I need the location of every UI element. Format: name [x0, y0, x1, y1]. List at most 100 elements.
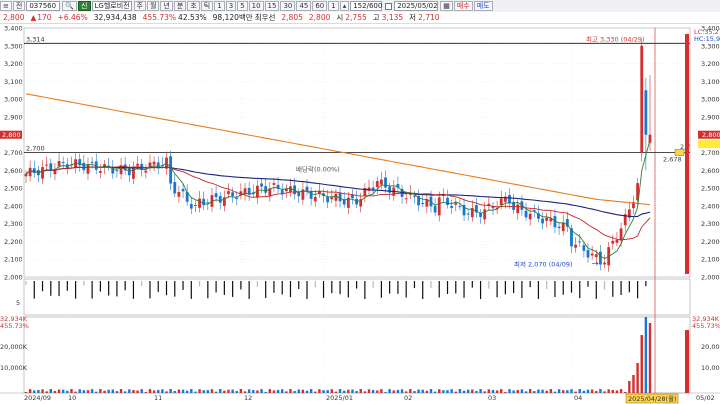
indicator-bar	[281, 281, 283, 295]
volume-bar	[247, 389, 251, 393]
candle-body	[619, 228, 623, 241]
volume-bar	[376, 390, 379, 393]
volume-bar	[640, 335, 643, 393]
volume-bar	[111, 389, 114, 393]
indicator-bar	[645, 281, 647, 287]
volume-bar	[367, 389, 371, 393]
candle-body	[189, 203, 193, 209]
volume-bar	[582, 390, 586, 393]
volume-tick-label: 20,000K	[0, 343, 28, 351]
indicator-bar	[380, 281, 382, 298]
volume-bar	[57, 389, 61, 393]
volume-bar	[570, 389, 573, 393]
volume-bar	[392, 390, 395, 393]
indicator-bar	[488, 281, 490, 289]
candle-body	[115, 170, 119, 172]
indicator-bar	[91, 281, 93, 299]
right-marker2-label: 2,678	[663, 155, 682, 163]
volume-bar	[107, 389, 110, 393]
volume-bar	[285, 391, 288, 393]
volume-panel	[23, 316, 691, 394]
price-tick-label: 2,200	[4, 238, 23, 246]
volume-bar	[574, 391, 577, 393]
indicator-bar	[389, 281, 391, 294]
candle-body	[264, 186, 268, 193]
volume-bar	[611, 389, 615, 393]
volume-bar	[537, 389, 540, 393]
volume-bar	[524, 391, 528, 393]
volume-bar	[115, 391, 119, 393]
volume-bar	[301, 389, 305, 393]
volume-bar	[433, 391, 437, 393]
volume-pct-label: 455.73%	[0, 322, 29, 330]
indicator-bar	[298, 281, 300, 290]
volume-bar	[483, 391, 486, 393]
volume-bar	[359, 389, 362, 393]
volume-bar	[165, 391, 168, 393]
candle-body	[198, 198, 201, 208]
price-tick-label-right: 2,300	[701, 220, 720, 228]
candle-body	[524, 210, 528, 218]
volume-bar	[157, 389, 160, 393]
volume-bar	[144, 391, 148, 393]
volume-bar	[297, 389, 300, 393]
indicator-bar	[322, 281, 325, 298]
stock-chart[interactable]: 3,400 3,4003,300 3,3003,200 3,2003,100 3,100…	[0, 0, 720, 404]
volume-bar	[103, 390, 106, 393]
indicator-bar	[471, 281, 473, 288]
volume-bar	[202, 390, 205, 393]
indicator-bar	[595, 281, 597, 299]
volume-bar	[70, 389, 73, 393]
volume-bar	[227, 389, 230, 393]
candle-body	[615, 239, 619, 243]
indicator-bar	[347, 281, 349, 298]
indicator-bar	[66, 281, 68, 291]
cursor-icon	[674, 149, 685, 156]
volume-bar	[128, 389, 131, 393]
volume-bar	[599, 389, 602, 393]
volume-bar	[256, 390, 259, 393]
price-tick-label-right: 2,200	[701, 238, 720, 246]
candle-body	[590, 253, 594, 256]
volume-bar	[421, 389, 424, 393]
volume-bar	[264, 391, 267, 393]
volume-bar	[305, 390, 309, 393]
indicator-bar	[165, 281, 168, 296]
volume-bar	[181, 389, 185, 393]
volume-bar	[45, 391, 48, 393]
indicator-bar	[58, 281, 60, 297]
price-tick-label: 2,500	[4, 185, 23, 193]
indicator-bar	[537, 281, 540, 299]
candle-body	[57, 161, 61, 167]
price-tick-label-right: 2,900	[701, 113, 720, 121]
indicator-bar	[83, 281, 85, 286]
price-tick-label: 2,300	[4, 220, 23, 228]
volume-bar	[644, 317, 648, 393]
volume-bar	[119, 389, 123, 393]
max-price-label: 최고 3,330 (04/29)	[586, 34, 645, 43]
candle-body	[594, 254, 598, 258]
volume-bar	[309, 389, 313, 393]
volume-bar	[562, 390, 565, 393]
candle-body	[528, 213, 532, 220]
indicator-bar	[637, 281, 639, 299]
volume-bar	[173, 391, 176, 393]
price-tag-left-label: 2,800	[2, 131, 21, 139]
volume-bar	[206, 390, 210, 393]
indicator-bar	[405, 281, 407, 298]
volume-bar	[334, 391, 338, 393]
indicator-bar	[339, 281, 341, 295]
volume-bar	[86, 390, 90, 393]
indicator-bar	[570, 281, 573, 293]
candle-body	[24, 173, 28, 177]
dividend-label: 배당락(0.00%)	[296, 165, 340, 174]
volume-bar	[384, 391, 387, 393]
price-tick-label-right: 2,700	[701, 149, 720, 157]
volume-bar	[33, 390, 36, 393]
volume-bar	[504, 391, 507, 393]
candle-body	[90, 161, 94, 163]
candle-body	[557, 226, 561, 229]
candles	[24, 40, 652, 272]
indicator-bar	[455, 281, 457, 294]
indicator-bar	[413, 281, 416, 289]
